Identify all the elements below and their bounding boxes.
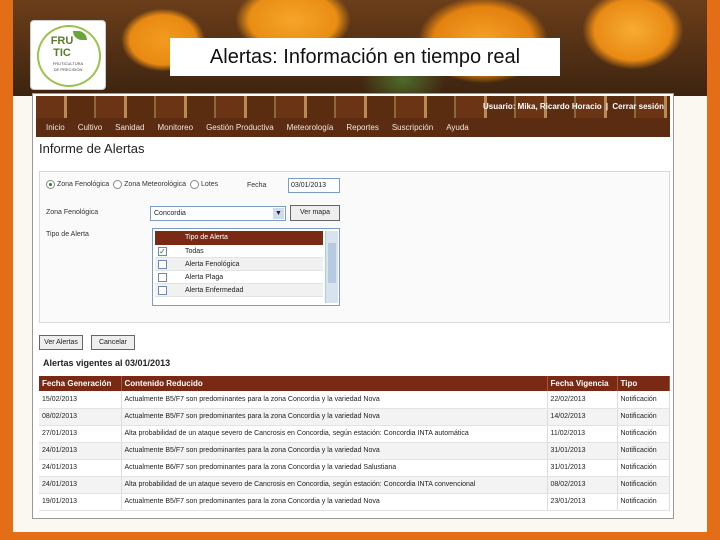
logo-text-line1: FRU bbox=[50, 35, 74, 47]
table-row[interactable]: 27/01/2013 Alta probabilidad de un ataque… bbox=[39, 425, 670, 443]
col-fecha-vigencia[interactable]: Fecha Vigencia bbox=[547, 376, 618, 391]
tipo-alerta-list-header: Tipo de Alerta bbox=[155, 231, 323, 245]
user-bar-separator: | bbox=[605, 102, 609, 111]
menu-item-meteorologia[interactable]: Meteorología bbox=[287, 123, 334, 132]
table-header-row: Fecha Generación Contenido Reducido Fech… bbox=[39, 376, 670, 391]
tipo-item-label: Todas bbox=[185, 248, 204, 255]
fecha-input[interactable]: 03/01/2013 bbox=[288, 178, 340, 193]
cell-tipo: Notificación bbox=[617, 493, 670, 511]
zona-select[interactable]: Concordia ▼ bbox=[150, 206, 286, 221]
table-row[interactable]: 24/01/2013 Actualmente B5/F7 son predomin… bbox=[39, 442, 670, 460]
scrollbar-thumb[interactable] bbox=[328, 243, 336, 283]
radio-label-zona-fenologica: Zona Fenológica bbox=[57, 181, 110, 188]
checkbox-plaga[interactable] bbox=[158, 273, 167, 282]
logo-text-line4: DE PRECISIÓN bbox=[53, 67, 83, 72]
col-fecha-generacion[interactable]: Fecha Generación bbox=[39, 376, 122, 391]
cell-fecha-generacion: 08/02/2013 bbox=[39, 408, 122, 426]
user-bar: Usuario: Mika, Ricardo Horacio | Cerrar … bbox=[481, 102, 664, 111]
main-menu: Inicio Cultivo Sanidad Monitoreo Gestión… bbox=[36, 118, 670, 137]
tipo-item-label: Alerta Plaga bbox=[185, 274, 224, 281]
cell-fecha-vigencia: 31/01/2013 bbox=[547, 442, 618, 460]
checkbox-fenologica[interactable] bbox=[158, 260, 167, 269]
cell-contenido: Alta probabilidad de un ataque severo de… bbox=[121, 476, 548, 494]
cell-fecha-generacion: 27/01/2013 bbox=[39, 425, 122, 443]
slide-title: Alertas: Información en tiempo real bbox=[170, 38, 560, 76]
tipo-alerta-list: Tipo de Alerta ✓ Todas Alerta Fenológica… bbox=[152, 228, 340, 306]
cell-fecha-generacion: 24/01/2013 bbox=[39, 459, 122, 477]
filter-panel: Zona Fenológica Zona Meteorológica Lotes… bbox=[39, 171, 670, 323]
radio-label-lotes: Lotes bbox=[201, 181, 219, 188]
cell-contenido: Actualmente B5/F7 son predominantes para… bbox=[121, 391, 548, 409]
cell-fecha-generacion: 24/01/2013 bbox=[39, 476, 122, 494]
tipo-item-todas[interactable]: ✓ Todas bbox=[155, 245, 323, 258]
menu-item-ayuda[interactable]: Ayuda bbox=[446, 123, 469, 132]
user-label: Usuario: Mika, Ricardo Horacio bbox=[482, 102, 602, 111]
menu-item-sanidad[interactable]: Sanidad bbox=[115, 123, 144, 132]
col-contenido[interactable]: Contenido Reducido bbox=[121, 376, 548, 391]
radio-label-zona-meteorologica: Zona Meteorológica bbox=[124, 181, 187, 188]
zona-label: Zona Fenológica bbox=[46, 209, 99, 216]
zona-select-value: Concordia bbox=[154, 210, 186, 217]
cell-fecha-vigencia: 23/01/2013 bbox=[547, 493, 618, 511]
menu-item-suscripcion[interactable]: Suscripción bbox=[392, 123, 433, 132]
cell-tipo: Notificación bbox=[617, 476, 670, 494]
cell-fecha-vigencia: 31/01/2013 bbox=[547, 459, 618, 477]
cell-fecha-vigencia: 11/02/2013 bbox=[547, 425, 618, 443]
alertas-vigentes-title: Alertas vigentes al 03/01/2013 bbox=[43, 358, 171, 368]
cell-tipo: Notificación bbox=[617, 391, 670, 409]
cell-fecha-vigencia: 22/02/2013 bbox=[547, 391, 618, 409]
menu-item-reportes[interactable]: Reportes bbox=[346, 123, 378, 132]
cell-fecha-generacion: 15/02/2013 bbox=[39, 391, 122, 409]
logo-text-line3: FRUTICULTURA bbox=[52, 61, 84, 66]
menu-item-inicio[interactable]: Inicio bbox=[46, 123, 65, 132]
alerts-table: Fecha Generación Contenido Reducido Fech… bbox=[39, 376, 670, 511]
radio-zona-meteorologica[interactable] bbox=[113, 180, 123, 189]
scope-radio-group: Zona Fenológica Zona Meteorológica Lotes bbox=[46, 180, 222, 189]
fecha-label: Fecha bbox=[247, 182, 267, 189]
tipo-item-label: Alerta Enfermedad bbox=[185, 287, 244, 294]
cell-contenido: Alta probabilidad de un ataque severo de… bbox=[121, 425, 548, 443]
cell-tipo: Notificación bbox=[617, 459, 670, 477]
menu-item-gestion-productiva[interactable]: Gestión Productiva bbox=[206, 123, 274, 132]
cancelar-button[interactable]: Cancelar bbox=[91, 335, 135, 350]
radio-zona-fenologica[interactable] bbox=[46, 180, 55, 189]
radio-lotes[interactable] bbox=[190, 180, 200, 189]
cell-contenido: Actualmente B5/F7 son predominantes para… bbox=[121, 493, 548, 511]
logo-text-line2: TIC bbox=[53, 47, 71, 59]
col-tipo[interactable]: Tipo bbox=[617, 376, 670, 391]
cell-tipo: Notificación bbox=[617, 408, 670, 426]
table-row[interactable]: 24/01/2013 Actualmente B6/F7 son predomin… bbox=[39, 459, 670, 477]
table-row[interactable]: 08/02/2013 Actualmente B5/F7 son predomin… bbox=[39, 408, 670, 426]
app-header: Usuario: Mika, Ricardo Horacio | Cerrar … bbox=[36, 96, 670, 118]
chevron-down-icon[interactable]: ▼ bbox=[273, 208, 284, 219]
ver-alertas-button[interactable]: Ver Alertas bbox=[39, 335, 83, 350]
page-title: Informe de Alertas bbox=[39, 141, 145, 156]
cell-fecha-vigencia: 14/02/2013 bbox=[547, 408, 618, 426]
tipo-item-label: Alerta Fenológica bbox=[185, 261, 240, 268]
cell-contenido: Actualmente B5/F7 son predominantes para… bbox=[121, 408, 548, 426]
ver-mapa-button[interactable]: Ver mapa bbox=[290, 205, 340, 221]
cell-fecha-vigencia: 08/02/2013 bbox=[547, 476, 618, 494]
menu-item-cultivo[interactable]: Cultivo bbox=[78, 123, 102, 132]
checkbox-enfermedad[interactable] bbox=[158, 286, 167, 295]
cell-tipo: Notificación bbox=[617, 442, 670, 460]
cell-fecha-generacion: 19/01/2013 bbox=[39, 493, 122, 511]
table-row[interactable]: 15/02/2013 Actualmente B5/F7 son predomin… bbox=[39, 391, 670, 409]
list-scrollbar[interactable] bbox=[325, 231, 338, 303]
table-row[interactable]: 19/01/2013 Actualmente B5/F7 son predomin… bbox=[39, 493, 670, 511]
logout-link[interactable]: Cerrar sesión bbox=[612, 102, 664, 111]
table-row[interactable]: 24/01/2013 Alta probabilidad de un ataque… bbox=[39, 476, 670, 494]
tipo-alerta-label: Tipo de Alerta bbox=[46, 231, 89, 238]
cell-contenido: Actualmente B5/F7 son predominantes para… bbox=[121, 442, 548, 460]
tipo-item-fenologica[interactable]: Alerta Fenológica bbox=[155, 258, 323, 271]
cell-tipo: Notificación bbox=[617, 425, 670, 443]
menu-item-monitoreo[interactable]: Monitoreo bbox=[158, 123, 194, 132]
cell-fecha-generacion: 24/01/2013 bbox=[39, 442, 122, 460]
tipo-item-enfermedad[interactable]: Alerta Enfermedad bbox=[155, 284, 323, 297]
frutic-logo: FRU TIC FRUTICULTURA DE PRECISIÓN bbox=[30, 20, 106, 90]
cell-contenido: Actualmente B6/F7 son predominantes para… bbox=[121, 459, 548, 477]
tipo-item-plaga[interactable]: Alerta Plaga bbox=[155, 271, 323, 284]
checkbox-todas[interactable]: ✓ bbox=[158, 247, 167, 256]
app-screenshot: Usuario: Mika, Ricardo Horacio | Cerrar … bbox=[32, 93, 674, 519]
